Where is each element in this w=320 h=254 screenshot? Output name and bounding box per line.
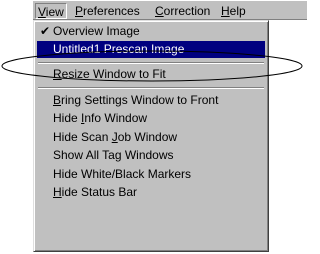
checkmark-icon: ✔	[40, 24, 51, 38]
menu-item-resize-window[interactable]: Resize Window to Fit	[37, 66, 265, 83]
menu-preferences[interactable]: Preferences	[73, 3, 142, 19]
menu-correction[interactable]: Correction	[153, 3, 212, 19]
menu-item-hide-scan-job-window[interactable]: Hide Scan Job Window	[37, 129, 265, 146]
menu-item-hide-info-window[interactable]: Hide Info Window	[37, 110, 265, 127]
menu-bar: View Preferences Correction Help	[33, 0, 307, 20]
menu-separator	[38, 87, 264, 89]
view-menu-dropdown: ✔ Overview Image Untitled1 Prescan Image…	[33, 20, 269, 252]
menu-item-prescan-image[interactable]: Untitled1 Prescan Image	[37, 41, 265, 58]
screenshot-stage: View Preferences Correction Help ✔ Overv…	[0, 0, 307, 254]
menu-help[interactable]: Help	[219, 3, 248, 19]
menu-item-hide-markers[interactable]: Hide White/Black Markers	[37, 166, 265, 183]
menu-separator	[38, 62, 264, 64]
menu-item-overview-image[interactable]: ✔ Overview Image	[37, 23, 265, 40]
menu-item-show-all-tag-windows[interactable]: Show All Tag Windows	[37, 147, 265, 164]
menu-view[interactable]: View	[35, 3, 67, 19]
menu-item-bring-settings-front[interactable]: Bring Settings Window to Front	[37, 92, 265, 109]
menu-item-hide-status-bar[interactable]: Hide Status Bar	[37, 184, 265, 201]
